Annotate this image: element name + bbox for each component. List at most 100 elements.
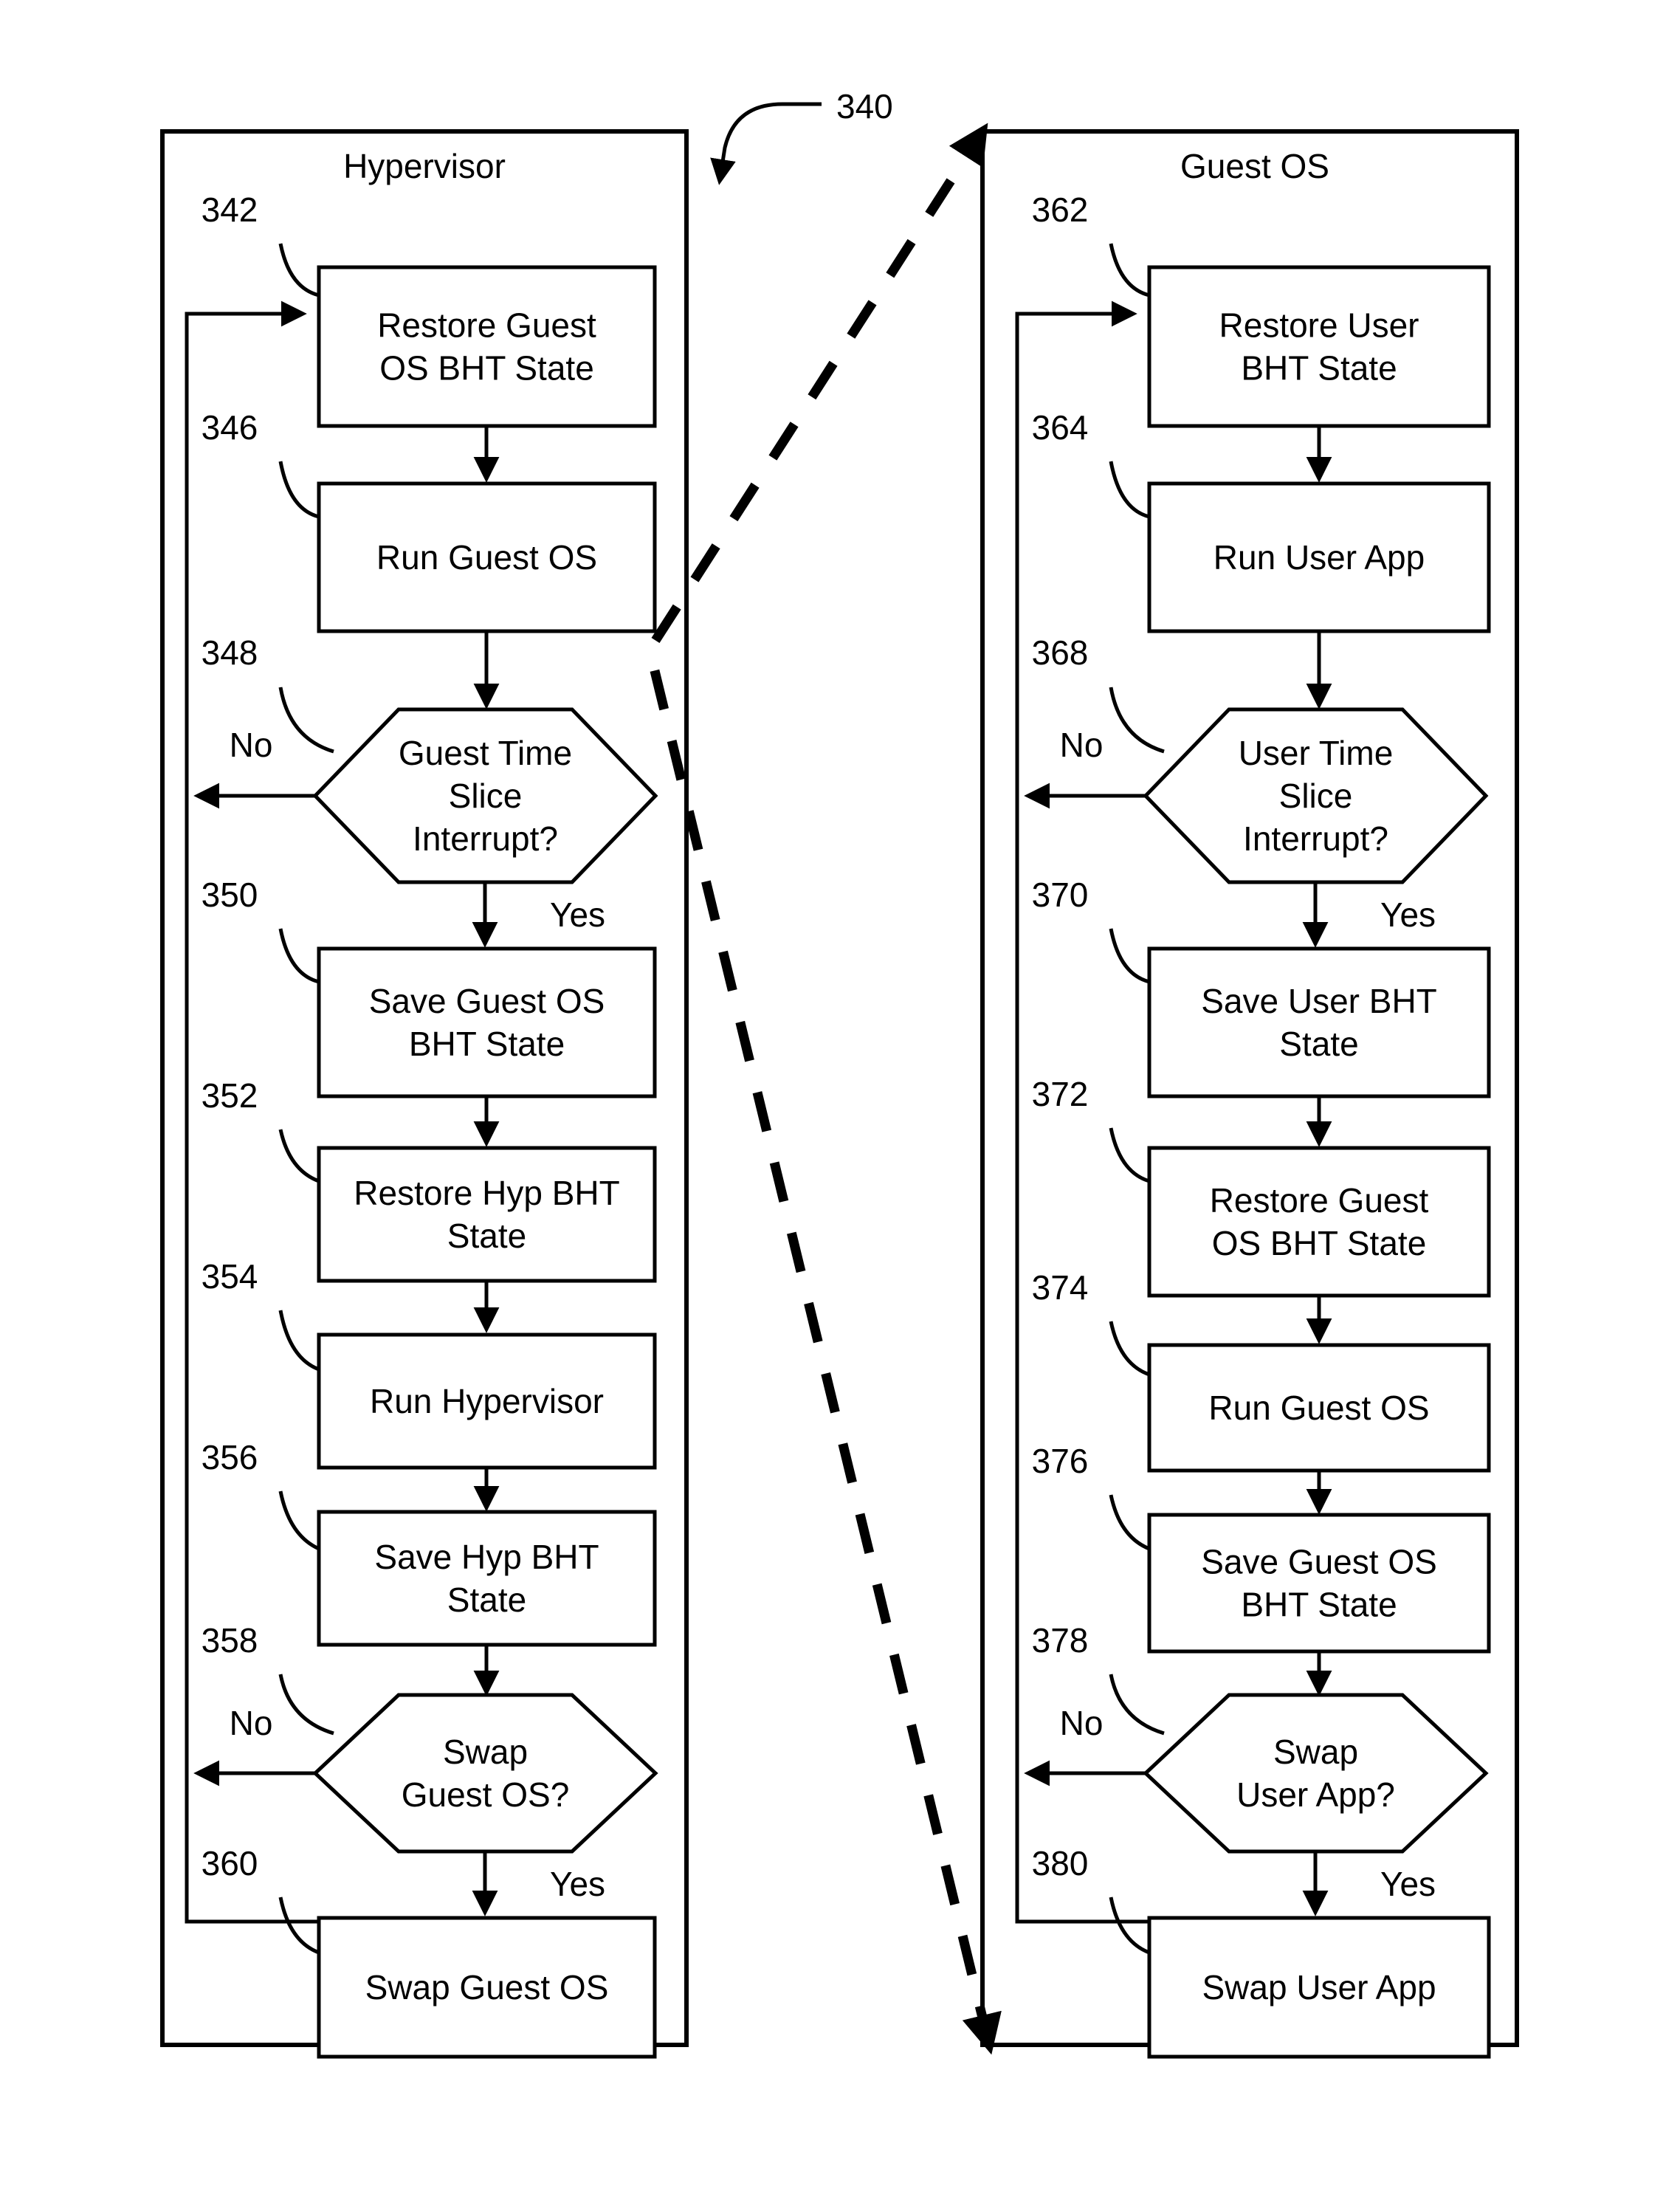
- node-342-leader: [278, 243, 320, 298]
- node-354-label-line-1: Run Hypervisor: [370, 1382, 604, 1420]
- node-352-ref: 352: [202, 1076, 258, 1115]
- node-368-label-line-2: Slice: [1279, 777, 1353, 815]
- node-356-label-line-2: State: [447, 1581, 526, 1619]
- node-376-label-line-1: Save Guest OS: [1201, 1543, 1437, 1581]
- node-342-box: [317, 265, 657, 428]
- node-364: 364 Run User App: [1032, 408, 1491, 633]
- node-350-label-line-2: BHT State: [409, 1025, 565, 1063]
- node-378-label-line-1: Swap: [1273, 1733, 1358, 1771]
- node-376-ref: 376: [1032, 1442, 1089, 1480]
- node-364-label-line-1: Run User App: [1213, 538, 1425, 577]
- node-362-label-line-2: BHT State: [1241, 349, 1397, 388]
- panel-hypervisor: Hypervisor 342 Restore Guest OS BHT State…: [160, 129, 689, 2059]
- edge-label-348-no: No: [230, 726, 273, 764]
- node-356-leader: [278, 1490, 320, 1551]
- node-356-label-line-1: Save Hyp BHT: [374, 1538, 599, 1576]
- edge-label-358-no: No: [230, 1704, 273, 1742]
- node-362: 362 Restore User BHT State: [1032, 190, 1491, 428]
- node-346-label-line-1: Run Guest OS: [376, 538, 597, 577]
- node-368-ref: 368: [1032, 633, 1089, 672]
- node-364-leader: [1109, 461, 1150, 519]
- node-354: 354 Run Hypervisor: [202, 1257, 657, 1470]
- node-362-box: [1147, 265, 1491, 428]
- node-372-box: [1147, 1146, 1491, 1298]
- node-348-leader: [278, 687, 334, 754]
- node-368-label-line-1: User Time: [1239, 734, 1394, 772]
- node-350-box: [317, 946, 657, 1098]
- edge-label-368-no: No: [1060, 726, 1104, 764]
- node-358-leader: [278, 1674, 334, 1736]
- node-372-label-line-2: OS BHT State: [1212, 1224, 1427, 1262]
- expansion-callout-line: [644, 123, 1002, 2055]
- node-348-label-line-2: Slice: [449, 777, 523, 815]
- node-348-label-line-3: Interrupt?: [413, 819, 558, 858]
- node-376-leader: [1109, 1494, 1150, 1551]
- node-352-label-line-1: Restore Hyp BHT: [354, 1174, 619, 1212]
- node-342-ref: 342: [202, 190, 258, 229]
- node-358-hexagon: [312, 1693, 658, 1854]
- node-368-label-line-3: Interrupt?: [1243, 819, 1388, 858]
- node-380-leader: [1109, 1896, 1150, 1955]
- node-376-label-line-2: BHT State: [1241, 1586, 1397, 1624]
- node-358-label-line-2: Guest OS?: [402, 1775, 570, 1814]
- node-352-leader: [278, 1129, 320, 1183]
- edge-label-378-yes: Yes: [1380, 1865, 1436, 1903]
- edge-label-378-no: No: [1060, 1704, 1104, 1742]
- panel-guest-os: Guest OS 362 Restore User BHT State 364 R…: [980, 129, 1519, 2059]
- node-354-leader: [278, 1310, 320, 1372]
- node-378-hexagon: [1143, 1693, 1489, 1854]
- node-378-leader: [1109, 1674, 1165, 1736]
- node-374-ref: 374: [1032, 1268, 1089, 1307]
- node-342: 342 Restore Guest OS BHT State: [202, 190, 657, 428]
- node-376-box: [1147, 1513, 1491, 1654]
- node-372: 372 Restore Guest OS BHT State: [1032, 1075, 1491, 1298]
- node-372-label-line-1: Restore Guest: [1210, 1181, 1429, 1220]
- node-356-box: [317, 1510, 657, 1647]
- node-362-ref: 362: [1032, 190, 1089, 229]
- hypervisor-feedback-loop: [185, 300, 319, 1924]
- node-348-ref: 348: [202, 633, 258, 672]
- node-370-label-line-1: Save User BHT: [1201, 982, 1437, 1020]
- flowchart-canvas: 340 Hypervisor 342 Restore Guest OS BHT S…: [160, 87, 1519, 2059]
- node-378-ref: 378: [1032, 1621, 1089, 1660]
- node-360-leader: [278, 1896, 320, 1955]
- node-358-ref: 358: [202, 1621, 258, 1660]
- node-370-ref: 370: [1032, 876, 1089, 914]
- figure-number: 340: [836, 87, 893, 125]
- node-342-label-line-1: Restore Guest: [377, 306, 596, 345]
- node-350-label-line-1: Save Guest OS: [369, 982, 605, 1020]
- node-350-ref: 350: [202, 876, 258, 914]
- node-370-leader: [1109, 928, 1150, 984]
- node-378-label-line-2: User App?: [1236, 1775, 1395, 1814]
- node-362-label-line-1: Restore User: [1219, 306, 1419, 345]
- node-370-label-line-2: State: [1279, 1025, 1358, 1063]
- node-358-label-line-1: Swap: [443, 1733, 528, 1771]
- node-352: 352 Restore Hyp BHT State: [202, 1076, 657, 1283]
- node-346: 346 Run Guest OS: [202, 408, 657, 633]
- node-346-leader: [278, 461, 320, 519]
- node-356-ref: 356: [202, 1438, 258, 1476]
- node-348-label-line-1: Guest Time: [399, 734, 572, 772]
- node-372-ref: 372: [1032, 1075, 1089, 1113]
- edge-label-348-yes: Yes: [550, 895, 605, 934]
- node-380-label-line-1: Swap User App: [1202, 1968, 1436, 2006]
- node-374-label-line-1: Run Guest OS: [1208, 1389, 1429, 1427]
- node-342-label-line-2: OS BHT State: [379, 349, 594, 388]
- node-374: 374 Run Guest OS: [1032, 1268, 1491, 1473]
- node-352-box: [317, 1146, 657, 1283]
- node-360-label-line-1: Swap Guest OS: [365, 1968, 609, 2006]
- edge-label-368-yes: Yes: [1380, 895, 1436, 934]
- figure-number-callout: 340: [710, 87, 893, 185]
- node-376: 376 Save Guest OS BHT State: [1032, 1442, 1491, 1654]
- patent-figure-340: 340 Hypervisor 342 Restore Guest OS BHT S…: [0, 0, 1680, 2194]
- node-380-ref: 380: [1032, 1844, 1089, 1882]
- panel-title-hypervisor: Hypervisor: [343, 147, 506, 185]
- node-346-ref: 346: [202, 408, 258, 447]
- node-360-ref: 360: [202, 1844, 258, 1882]
- node-354-ref: 354: [202, 1257, 258, 1296]
- node-352-label-line-2: State: [447, 1217, 526, 1255]
- panel-title-guest-os: Guest OS: [1180, 147, 1329, 185]
- node-362-leader: [1109, 243, 1150, 298]
- node-364-ref: 364: [1032, 408, 1089, 447]
- node-368-leader: [1109, 687, 1165, 754]
